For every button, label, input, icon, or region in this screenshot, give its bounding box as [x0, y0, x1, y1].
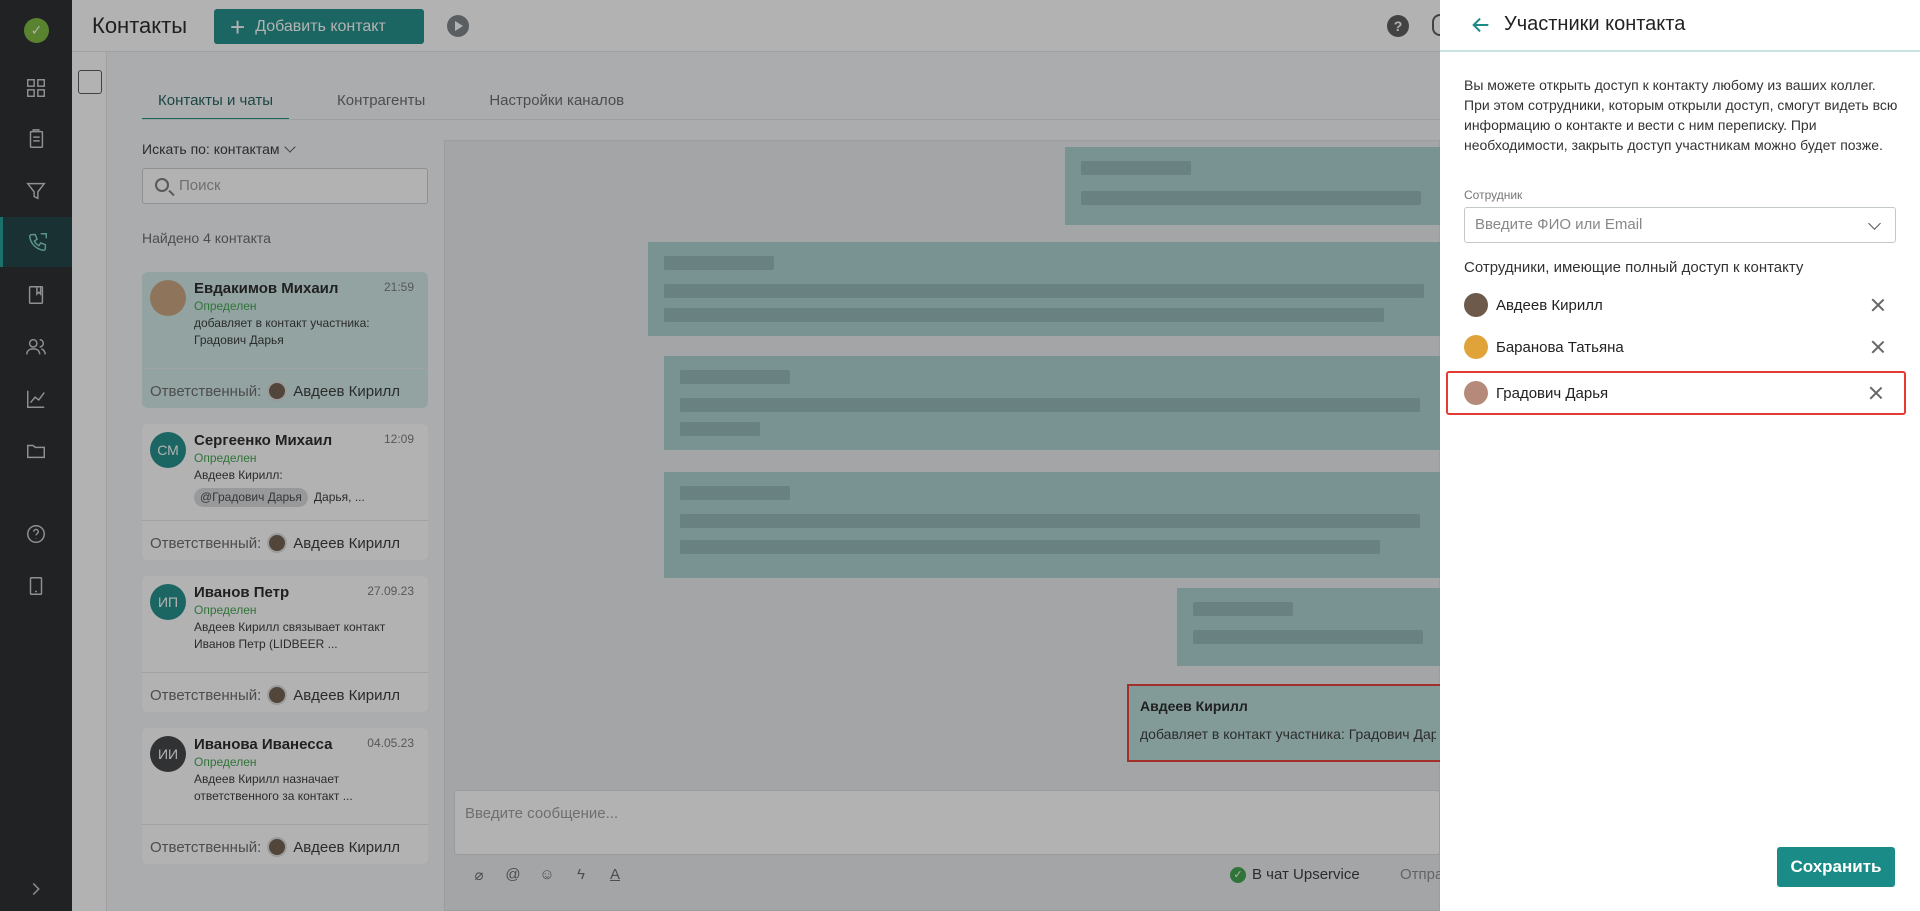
drawer-intro: Вы можете открыть доступ к контакту любо… [1464, 77, 1898, 153]
member-name: Авдеев Кирилл [1496, 296, 1603, 314]
remove-member-icon[interactable] [1870, 297, 1886, 313]
drawer-title: Участники контакта [1504, 13, 1686, 35]
save-button[interactable]: Сохранить [1777, 847, 1895, 887]
member-row: Авдеев Кирилл [1464, 288, 1896, 322]
back-arrow-icon[interactable] [1470, 14, 1492, 36]
modal-overlay[interactable] [0, 0, 1440, 911]
avatar [1464, 381, 1488, 405]
member-row-highlighted: Градович Дарья [1446, 371, 1906, 415]
remove-member-icon[interactable] [1870, 339, 1886, 355]
chevron-down-icon[interactable] [1868, 217, 1881, 230]
drawer-header: Участники контакта [1440, 0, 1920, 52]
remove-member-icon[interactable] [1868, 385, 1884, 401]
avatar [1464, 335, 1488, 359]
members-heading: Сотрудники, имеющие полный доступ к конт… [1464, 259, 1804, 276]
employee-select[interactable] [1464, 207, 1896, 243]
avatar [1464, 293, 1488, 317]
member-row: Баранова Татьяна [1464, 330, 1896, 364]
member-name: Баранова Татьяна [1496, 338, 1624, 356]
member-name: Градович Дарья [1496, 384, 1609, 402]
employee-field-label: Сотрудник [1464, 188, 1523, 202]
participants-drawer: Участники контакта Вы можете открыть дос… [1440, 0, 1920, 911]
employee-input[interactable] [1475, 216, 1855, 233]
